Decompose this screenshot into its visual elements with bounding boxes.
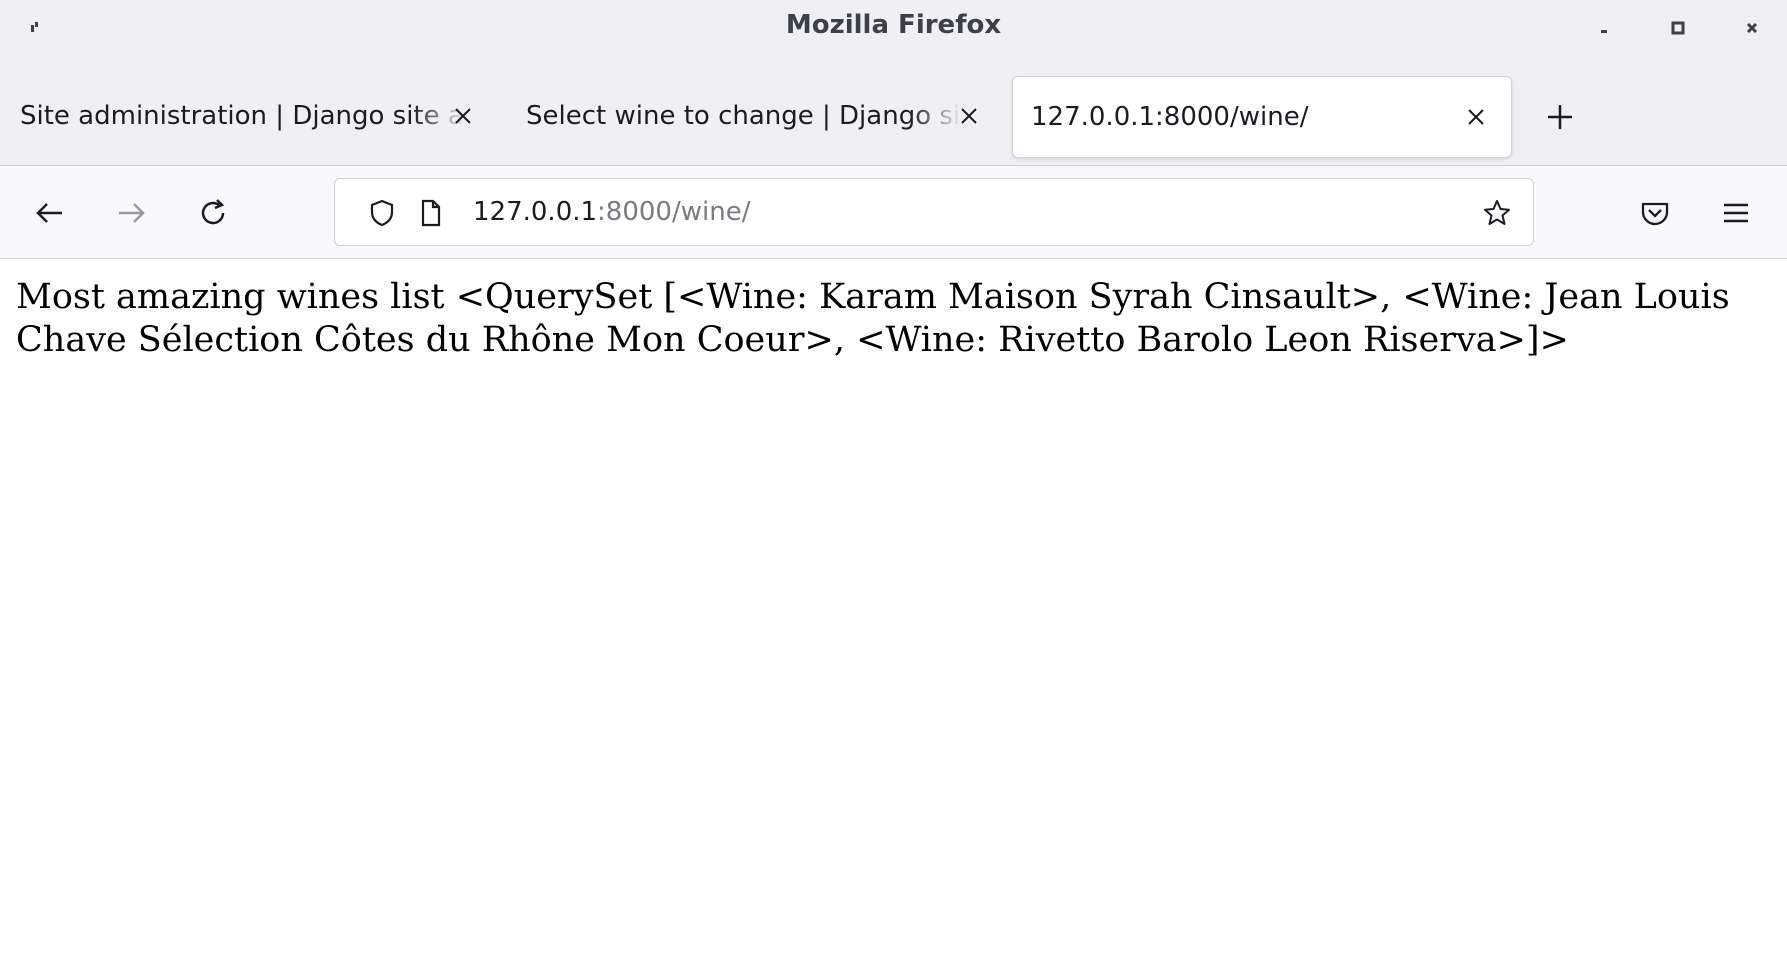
tab-select-wine[interactable]: Select wine to change | Django site admi… [508,76,996,158]
new-tab-plus-icon[interactable] [1545,102,1575,132]
tab-wine-list[interactable]: 127.0.0.1:8000/wine/ [1012,76,1512,158]
close-tab-icon[interactable] [1465,106,1487,128]
back-arrow-icon[interactable] [32,195,68,231]
close-tab-icon[interactable] [958,105,980,127]
minimize-icon[interactable] [1592,16,1616,40]
url-text[interactable]: 127.0.0.1:8000/wine/ [473,179,750,245]
star-icon[interactable] [1482,198,1512,228]
tab-site-administration[interactable]: Site administration | Django site admin [2,76,492,158]
tab-strip: Site administration | Django site admin … [0,56,1787,166]
maximize-icon[interactable] [1666,16,1690,40]
menu-icon[interactable] [1718,195,1754,231]
page-text: Most amazing wines list <QuerySet [<Wine… [16,277,1730,360]
close-icon[interactable] [1740,16,1764,40]
tab-label: Site administration | Django site admin [20,101,466,131]
pocket-icon[interactable] [1637,195,1673,231]
page-icon[interactable] [416,198,446,228]
window-titlebar: Mozilla Firefox [0,0,1787,56]
url-host: 127.0.0.1 [473,197,598,227]
shield-icon[interactable] [367,198,397,228]
address-bar[interactable]: 127.0.0.1:8000/wine/ [334,178,1534,246]
url-path: :8000/wine/ [597,197,751,227]
close-tab-icon[interactable] [452,105,474,127]
tab-label: Select wine to change | Django site admi… [526,101,962,131]
reload-icon[interactable] [195,195,231,231]
tab-label: 127.0.0.1:8000/wine/ [1031,102,1309,132]
forward-arrow-icon[interactable] [113,195,149,231]
window-title: Mozilla Firefox [785,10,1002,40]
navigation-toolbar: 127.0.0.1:8000/wine/ [0,166,1787,259]
